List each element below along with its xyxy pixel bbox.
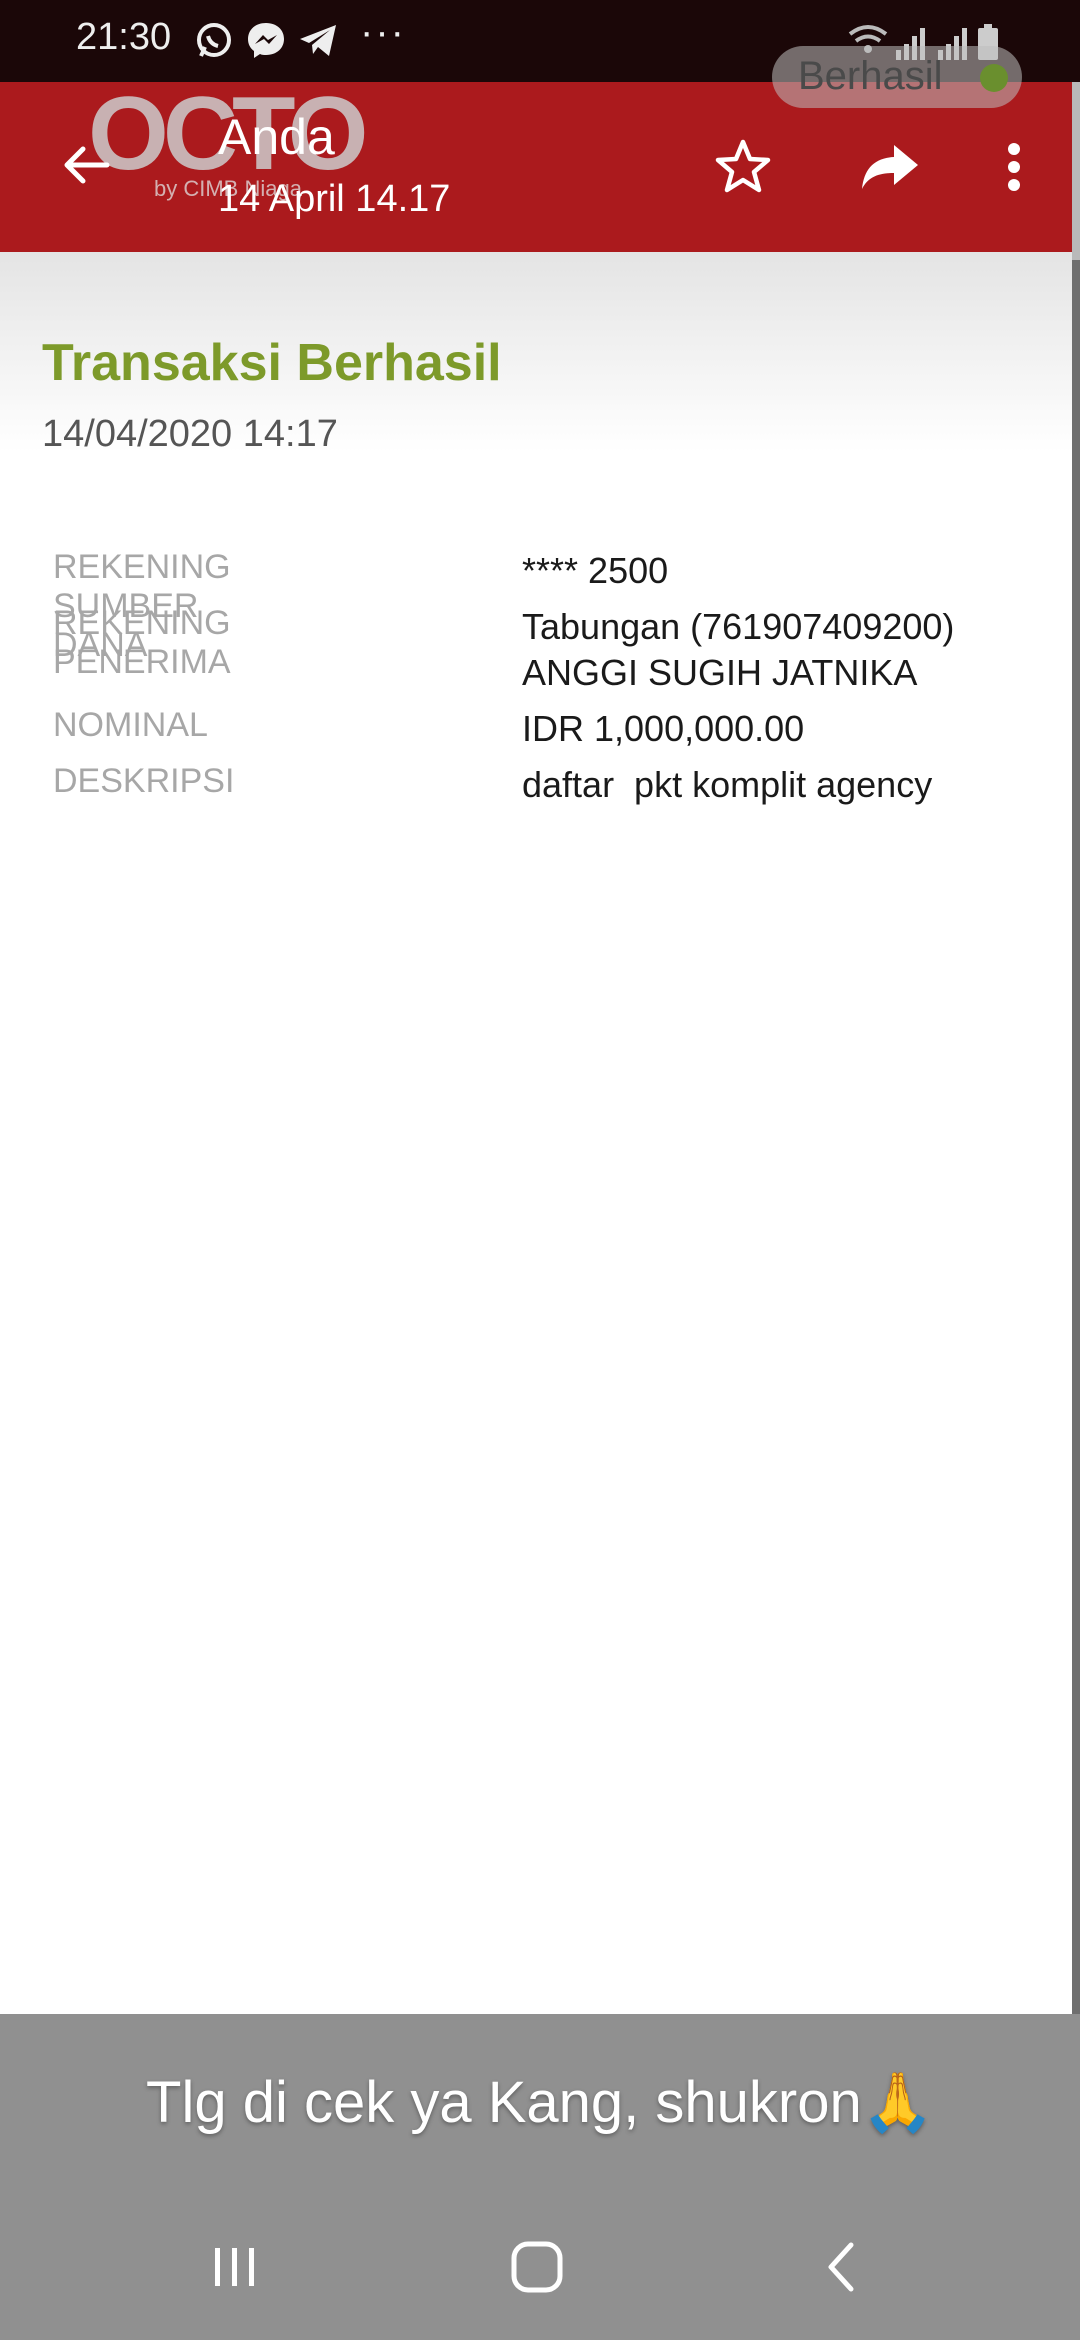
- star-button[interactable]: [708, 132, 778, 202]
- sender-name: Anda: [218, 109, 335, 165]
- status-pill: Berhasil: [772, 46, 1022, 108]
- recipient-account-value: Tabungan (761907409200): [522, 606, 955, 647]
- more-button[interactable]: [994, 132, 1034, 202]
- back-arrow-icon: [64, 146, 110, 184]
- recents-icon: [215, 2248, 254, 2286]
- forward-button[interactable]: [852, 132, 928, 202]
- telegram-icon: [296, 18, 340, 62]
- status-pill-text: Berhasil: [798, 54, 943, 98]
- navigation-bar: [0, 2192, 1080, 2340]
- back-icon: [828, 2242, 854, 2292]
- status-pill-dot: [980, 64, 1008, 92]
- image-caption: Tlg di cek ya Kang, shukron🙏: [146, 2070, 934, 2135]
- whatsapp-icon: [192, 18, 236, 62]
- recipient-account-label: REKENING PENERIMA: [53, 604, 231, 681]
- share-forward-icon: [862, 145, 918, 189]
- transaction-title: Transaksi Berhasil: [42, 334, 502, 392]
- star-icon: [715, 139, 771, 193]
- scroll-track: [1072, 0, 1080, 2340]
- home-button[interactable]: [492, 2222, 582, 2312]
- nominal-label: NOMINAL: [53, 706, 208, 744]
- source-account-value: **** 2500: [522, 550, 669, 591]
- back-button[interactable]: [50, 130, 120, 200]
- messenger-icon: [244, 18, 288, 62]
- back-nav-button[interactable]: [796, 2222, 886, 2312]
- notification-overflow: ···: [360, 10, 406, 54]
- more-vert-icon: [1008, 143, 1020, 191]
- nominal-value: IDR 1,000,000.00: [522, 708, 805, 749]
- scroll-thumb: [1072, 60, 1080, 260]
- description-label: DESKRIPSI: [53, 762, 235, 800]
- status-time: 21:30: [76, 16, 172, 58]
- description-value: daftar pkt komplit agency: [522, 764, 933, 805]
- recents-button[interactable]: [190, 2222, 280, 2312]
- caption-bar: Tlg di cek ya Kang, shukron🙏: [0, 2014, 1080, 2192]
- transaction-datetime: 14/04/2020 14:17: [42, 413, 338, 455]
- sender-date: 14 April 14.17: [218, 178, 451, 220]
- recipient-name-value: ANGGI SUGIH JATNIKA: [522, 652, 918, 693]
- home-icon: [511, 2241, 563, 2293]
